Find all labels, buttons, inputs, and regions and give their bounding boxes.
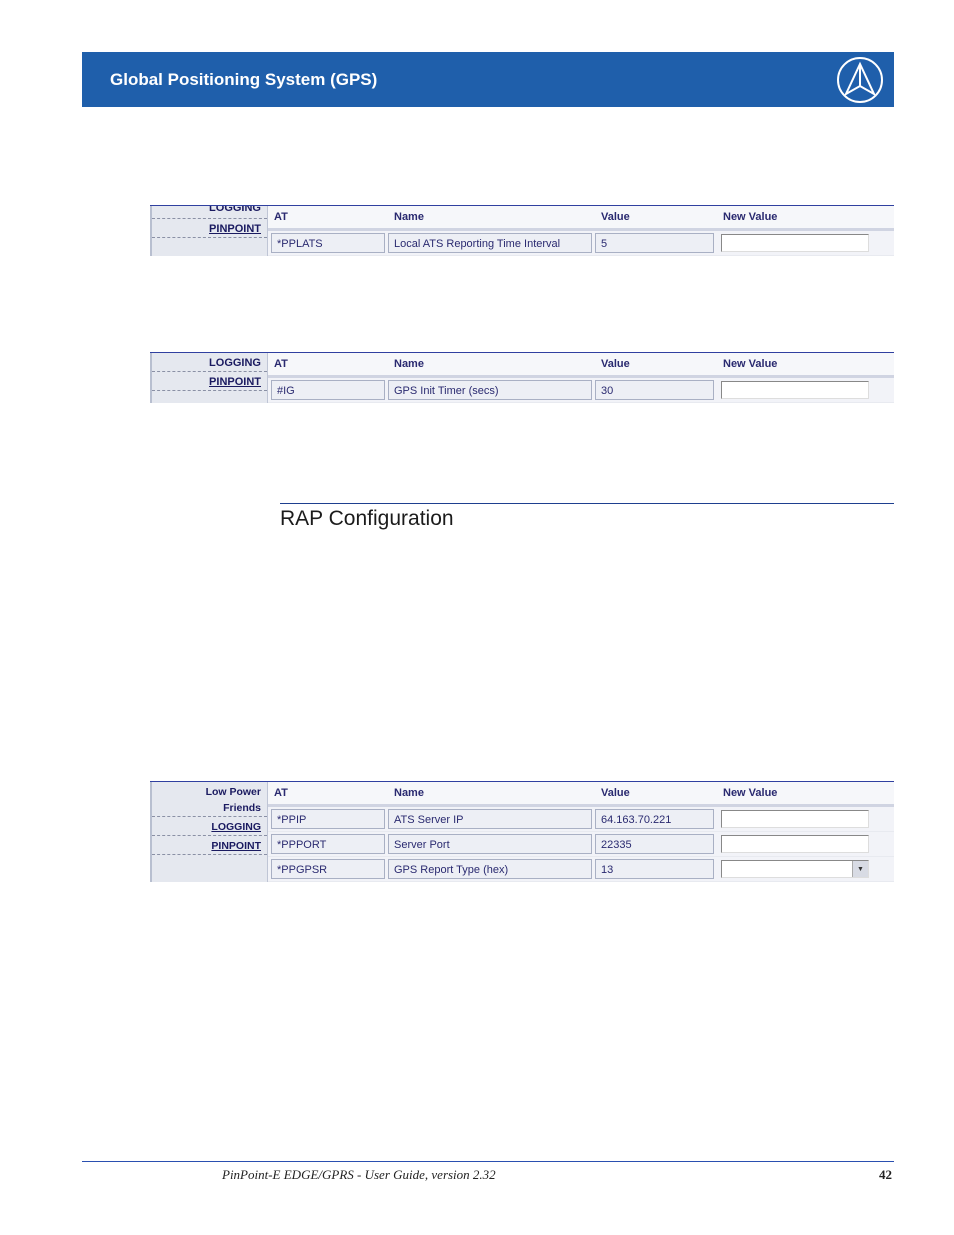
table-row: *PPLATS Local ATS Reporting Time Interva…	[268, 230, 894, 256]
panel-sidebar: Low Power Friends LOGGING PINPOINT	[150, 782, 268, 882]
sidebar-item-logging[interactable]: LOGGING	[152, 817, 267, 836]
settings-table: AT Name Value New Value *PPIP ATS Server…	[268, 782, 894, 882]
col-header-name: Name	[388, 353, 595, 377]
config-panel-ig: LOGGING PINPOINT AT Name Value New Value…	[150, 352, 894, 403]
cell-name: ATS Server IP	[388, 809, 592, 829]
col-header-at: AT	[268, 353, 388, 377]
new-value-input[interactable]	[721, 381, 869, 399]
cell-value: 13	[595, 859, 714, 879]
col-header-name: Name	[388, 206, 595, 230]
cell-value: 5	[595, 233, 714, 253]
cell-at: *PPIP	[271, 809, 385, 829]
config-panel-rap: Low Power Friends LOGGING PINPOINT AT Na…	[150, 781, 894, 882]
col-header-new: New Value	[717, 782, 894, 806]
cell-name: Server Port	[388, 834, 592, 854]
cell-value: 30	[595, 380, 714, 400]
cell-value: 22335	[595, 834, 714, 854]
settings-table: AT Name Value New Value #IG GPS Init Tim…	[268, 353, 894, 403]
col-header-value: Value	[595, 782, 717, 806]
section-heading: RAP Configuration	[280, 503, 894, 531]
new-value-input[interactable]	[721, 810, 869, 828]
new-value-input[interactable]	[721, 234, 869, 252]
table-row: *PPPORT Server Port 22335	[268, 832, 894, 857]
sidebar-item-friends[interactable]: Friends	[152, 798, 267, 817]
col-header-value: Value	[595, 206, 717, 230]
cell-value: 64.163.70.221	[595, 809, 714, 829]
cell-at: *PPLATS	[271, 233, 385, 253]
cell-name: GPS Init Timer (secs)	[388, 380, 592, 400]
page-footer: PinPoint-E EDGE/GPRS - User Guide, versi…	[82, 1161, 894, 1183]
panel-sidebar: LOGGING PINPOINT	[150, 353, 268, 403]
sidebar-item-pinpoint[interactable]: PINPOINT	[152, 219, 267, 238]
col-header-at: AT	[268, 206, 388, 230]
col-header-new: New Value	[717, 353, 894, 377]
col-header-name: Name	[388, 782, 595, 806]
cell-at: #IG	[271, 380, 385, 400]
cell-name: Local ATS Reporting Time Interval (secs)	[388, 233, 592, 253]
chevron-down-icon: ▼	[852, 861, 868, 877]
table-row: *PPGPSR GPS Report Type (hex) 13 ▼	[268, 857, 894, 882]
table-header-row: AT Name Value New Value	[268, 206, 894, 230]
settings-table: AT Name Value New Value *PPLATS Local AT…	[268, 206, 894, 256]
page-header: Global Positioning System (GPS)	[82, 52, 894, 107]
col-header-value: Value	[595, 353, 717, 377]
sidebar-item-pinpoint[interactable]: PINPOINT	[152, 372, 267, 391]
new-value-input[interactable]	[721, 835, 869, 853]
cell-at: *PPGPSR	[271, 859, 385, 879]
table-row: #IG GPS Init Timer (secs) 30	[268, 377, 894, 403]
config-panel-pplats: LOGGING PINPOINT AT Name Value New Value…	[150, 205, 894, 256]
panel-sidebar: LOGGING PINPOINT	[150, 206, 268, 256]
sidebar-item-logging[interactable]: LOGGING	[152, 353, 267, 372]
footer-page-number: 42	[879, 1167, 892, 1183]
table-header-row: AT Name Value New Value	[268, 782, 894, 806]
sidebar-item-logging[interactable]: LOGGING	[152, 206, 267, 219]
brand-logo-icon	[836, 56, 884, 109]
cell-name: GPS Report Type (hex)	[388, 859, 592, 879]
sidebar-item-lowpower[interactable]: Low Power	[152, 782, 267, 798]
table-header-row: AT Name Value New Value	[268, 353, 894, 377]
col-header-new: New Value	[717, 206, 894, 230]
sidebar-item-pinpoint[interactable]: PINPOINT	[152, 836, 267, 855]
footer-doc-title: PinPoint-E EDGE/GPRS - User Guide, versi…	[222, 1167, 496, 1183]
table-row: *PPIP ATS Server IP 64.163.70.221	[268, 806, 894, 832]
new-value-select[interactable]: ▼	[721, 860, 869, 878]
header-title: Global Positioning System (GPS)	[110, 70, 377, 90]
cell-at: *PPPORT	[271, 834, 385, 854]
col-header-at: AT	[268, 782, 388, 806]
